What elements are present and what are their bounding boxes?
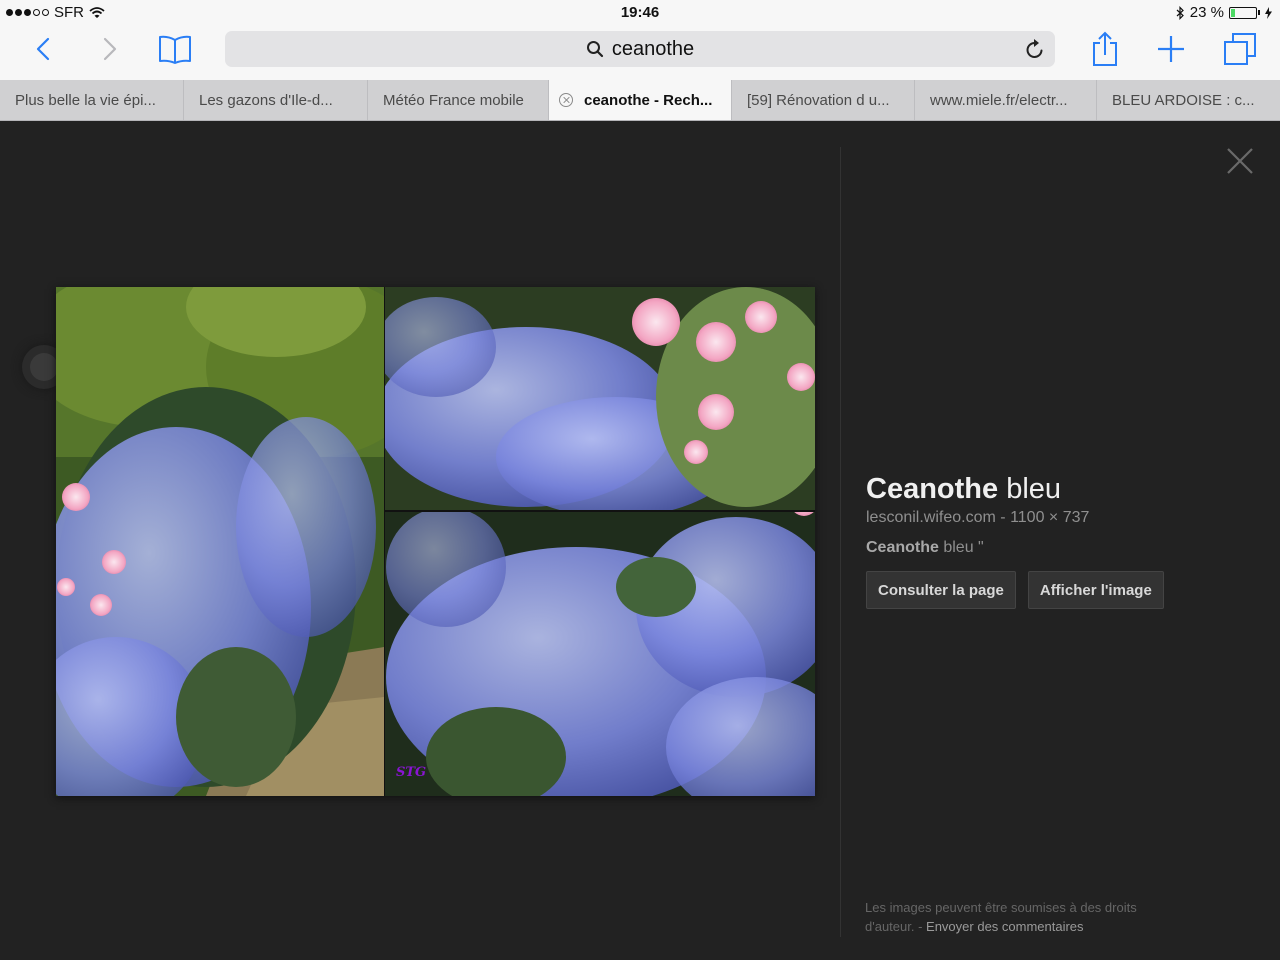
close-viewer-button[interactable] xyxy=(1224,145,1256,177)
image-source: lesconil.wifeo.com - 1100 × 737 xyxy=(866,509,1256,527)
tab-label: Plus belle la vie épi... xyxy=(15,91,156,109)
tab-bleu-ardoise[interactable]: BLEU ARDOISE : c... xyxy=(1097,80,1280,120)
tab-label: www.miele.fr/electr... xyxy=(930,91,1068,109)
image-viewer: STG Ceanothe bleu lesconil.wifeo.com - 1… xyxy=(0,121,1280,960)
visit-page-button[interactable]: Consulter la page xyxy=(866,571,1016,609)
battery-tip xyxy=(1258,10,1260,15)
ceanothus-photo[interactable]: STG xyxy=(56,287,815,796)
image-title: Ceanothe bleu xyxy=(866,471,1256,507)
photo-top-right-panel xyxy=(385,287,815,510)
tab-miele[interactable]: www.miele.fr/electr... xyxy=(915,80,1097,120)
tab-label: BLEU ARDOISE : c... xyxy=(1112,91,1255,109)
image-dimensions: 1100 × 737 xyxy=(1010,509,1090,526)
address-text: ceanothe xyxy=(611,37,695,60)
chevron-left-icon xyxy=(36,37,50,61)
tab-close-icon[interactable] xyxy=(559,93,573,107)
book-icon xyxy=(159,35,191,64)
search-icon xyxy=(586,41,603,58)
tab-plus-belle-la-vie[interactable]: Plus belle la vie épi... xyxy=(0,80,184,120)
source-separator: - xyxy=(1000,509,1006,526)
status-right: 23 % xyxy=(1176,4,1272,21)
desc-rest: bleu " xyxy=(938,539,984,556)
desc-bold: Ceanothe xyxy=(866,539,939,556)
image-title-rest: bleu xyxy=(998,473,1062,505)
photo-collage xyxy=(56,287,815,796)
new-tab-button[interactable] xyxy=(1154,26,1188,72)
tab-label: Météo France mobile xyxy=(383,91,524,109)
tabs-icon xyxy=(1224,33,1256,65)
tab-ceanothe-active[interactable]: ceanothe - Rech... xyxy=(549,80,732,120)
image-title-bold: Ceanothe xyxy=(866,473,999,505)
reload-icon xyxy=(1026,39,1043,58)
bluetooth-icon xyxy=(1176,5,1184,20)
tab-gazons[interactable]: Les gazons d'Ile-d... xyxy=(184,80,368,120)
chevron-right-icon xyxy=(103,37,117,61)
status-time: 19:46 xyxy=(620,4,660,21)
tab-meteo-france[interactable]: Météo France mobile xyxy=(368,80,549,120)
tabs-overview-button[interactable] xyxy=(1220,26,1260,72)
image-info-panel: Ceanothe bleu lesconil.wifeo.com - 1100 … xyxy=(866,471,1256,609)
source-domain: lesconil.wifeo.com xyxy=(866,509,996,526)
tab-label: Les gazons d'Ile-d... xyxy=(199,91,333,109)
image-description: Ceanothe bleu " xyxy=(866,539,1256,557)
footer-separator: - xyxy=(914,919,927,934)
tab-bar: Plus belle la vie épi... Les gazons d'Il… xyxy=(0,80,1280,121)
photo-bottom-right-panel xyxy=(385,512,815,796)
battery-level xyxy=(1231,8,1235,17)
photo-watermark: STG xyxy=(396,765,427,780)
charging-bolt-icon xyxy=(1265,6,1272,19)
battery-icon xyxy=(1229,6,1257,19)
tab-label: ceanothe - Rech... xyxy=(584,91,713,109)
address-bar[interactable]: ceanothe xyxy=(225,31,1055,67)
close-icon xyxy=(1227,148,1253,174)
back-button[interactable] xyxy=(26,26,60,72)
reload-button[interactable] xyxy=(1025,38,1045,65)
panel-divider xyxy=(840,147,841,937)
status-bar: SFR 19:46 23 % xyxy=(0,0,1280,26)
tab-label: [59] Rénovation d u... xyxy=(747,91,890,109)
share-button[interactable] xyxy=(1088,26,1122,72)
browser-toolbar: ceanothe xyxy=(0,26,1280,80)
photo-left-panel xyxy=(56,287,384,796)
battery-percent: 23 % xyxy=(1189,4,1224,21)
share-icon xyxy=(1093,31,1117,66)
plus-icon xyxy=(1158,36,1184,62)
info-buttons: Consulter la page Afficher l'image xyxy=(866,571,1256,609)
forward-button[interactable] xyxy=(93,26,127,72)
send-feedback-link[interactable]: Envoyer des commentaires xyxy=(926,919,1084,934)
copyright-footer: Les images peuvent être soumises à des d… xyxy=(865,898,1185,936)
bookmarks-button[interactable] xyxy=(155,26,195,72)
view-image-button[interactable]: Afficher l'image xyxy=(1027,571,1164,609)
tab-renovation[interactable]: [59] Rénovation d u... xyxy=(732,80,915,120)
